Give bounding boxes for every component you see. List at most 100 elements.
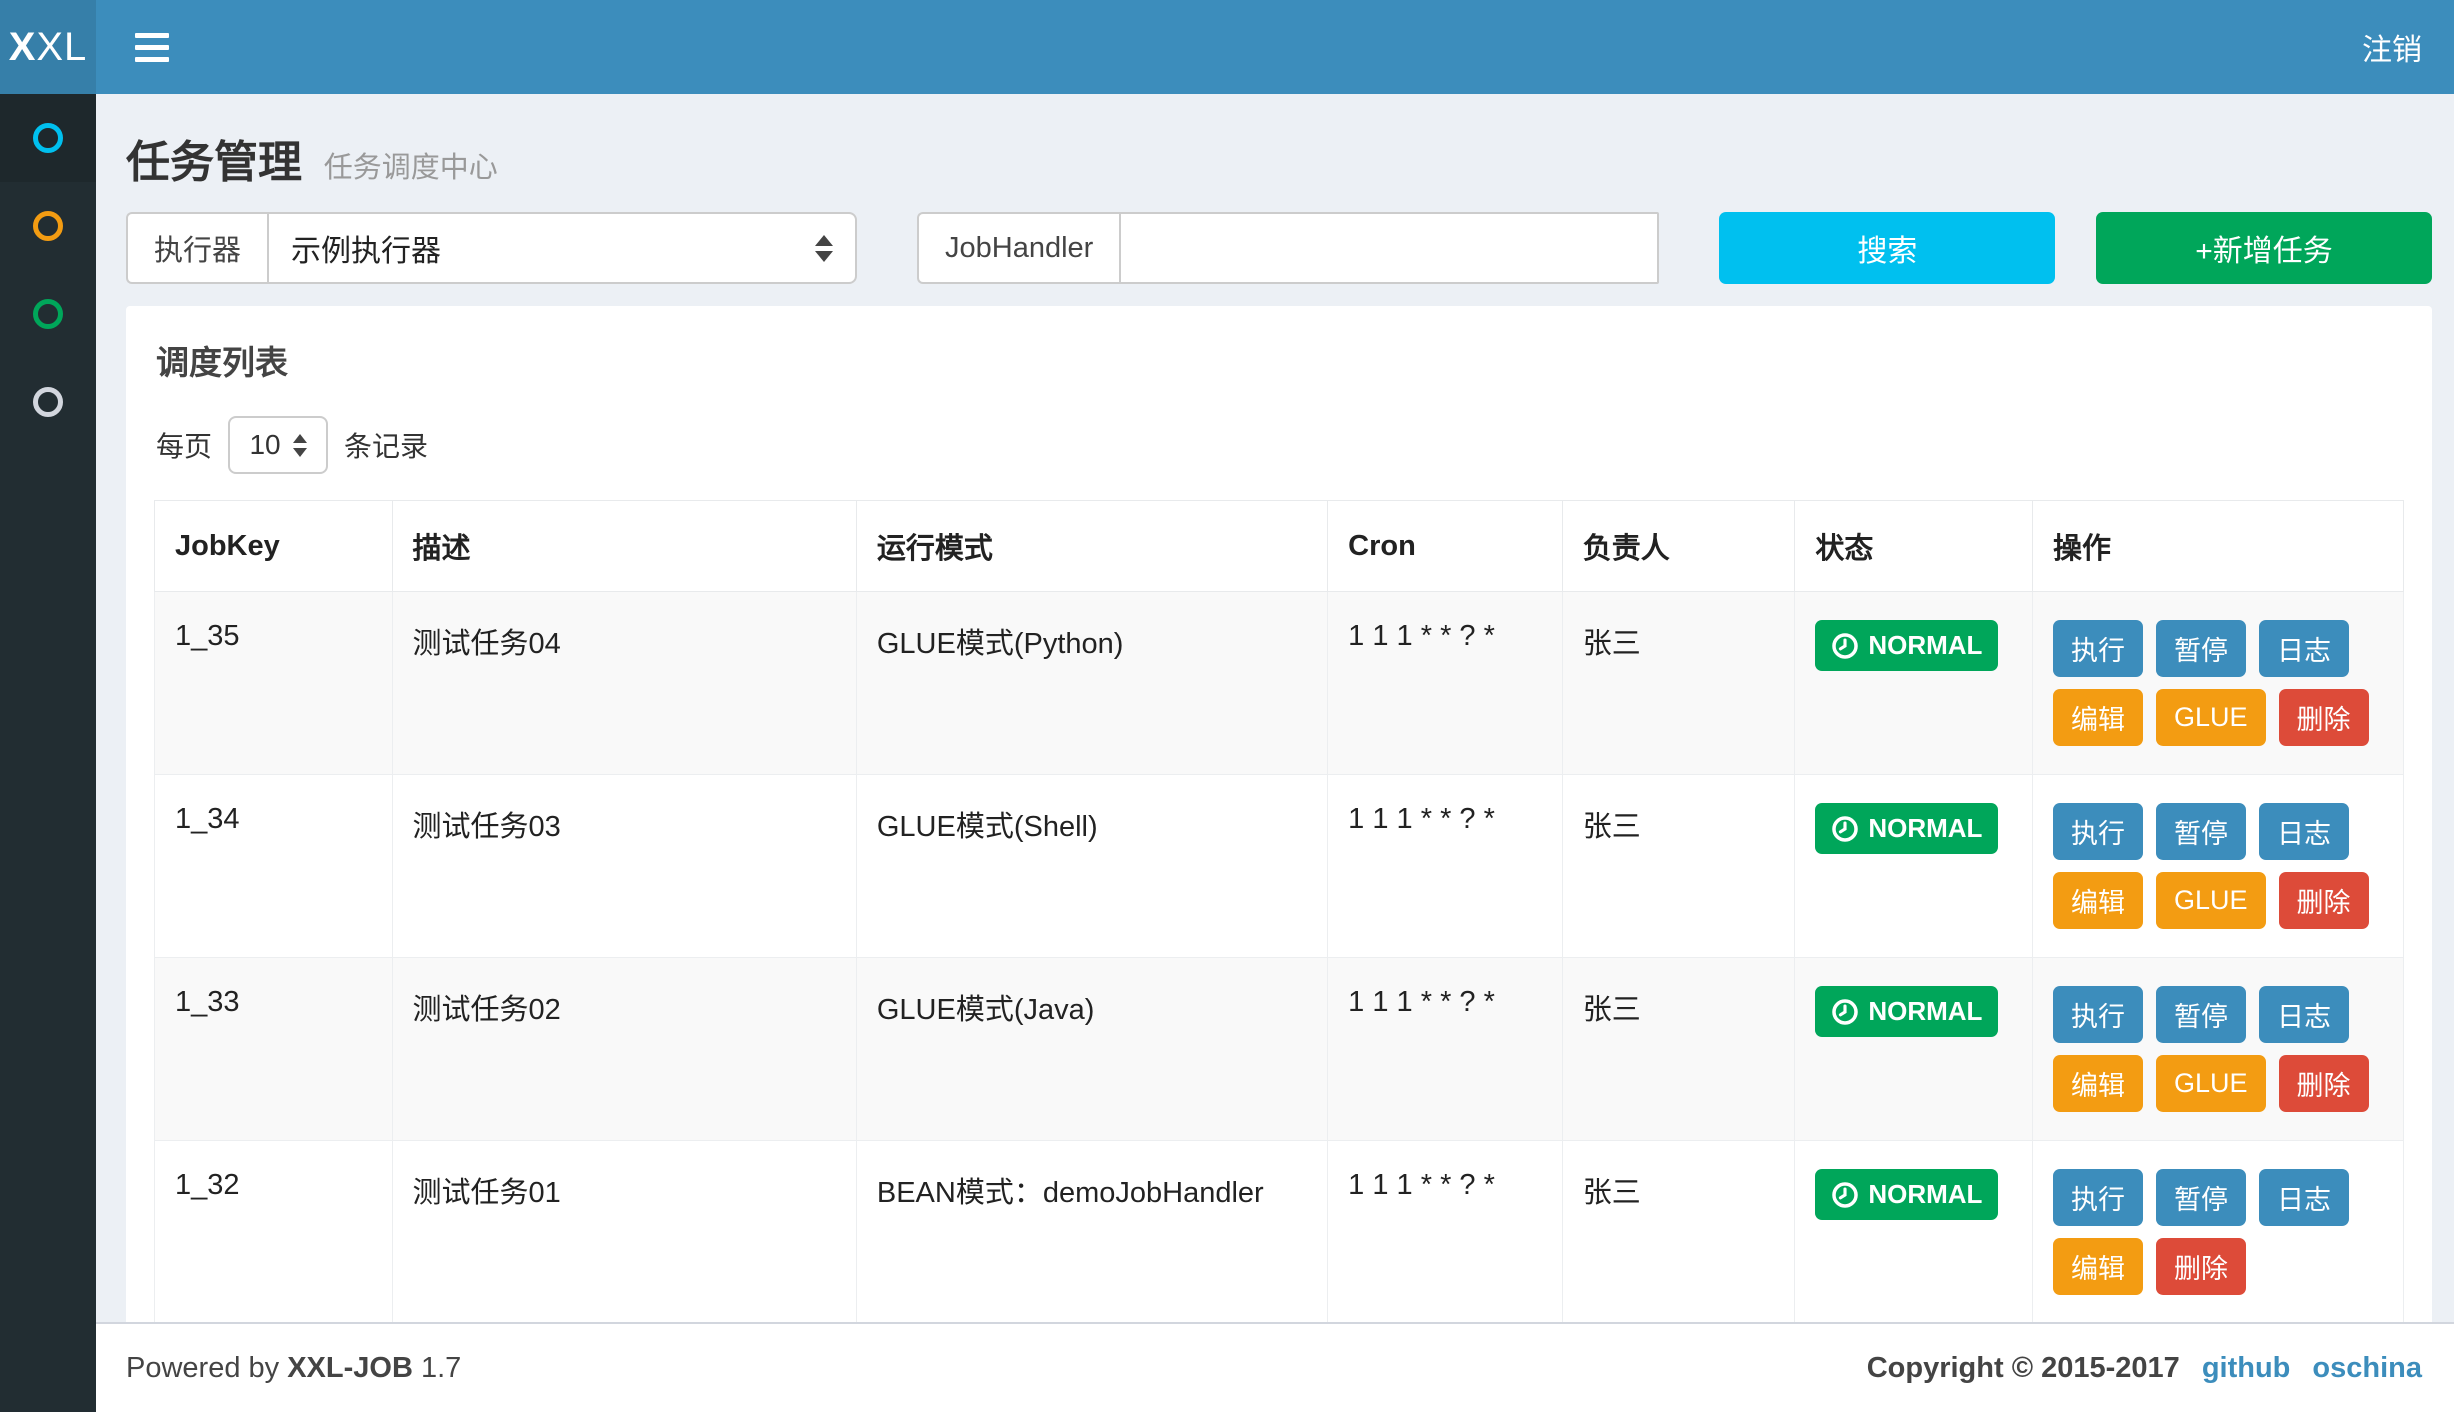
actions-cell: 执行暂停日志编辑删除 xyxy=(2033,1141,2404,1323)
action-button-删除[interactable]: 删除 xyxy=(2156,1238,2246,1295)
description-cell: 测试任务01 xyxy=(392,1141,856,1323)
pagesize-value: 10 xyxy=(249,429,280,461)
action-button-暂停[interactable]: 暂停 xyxy=(2156,803,2246,860)
navbar-main: 注销 xyxy=(96,0,2454,94)
action-buttons: 执行暂停日志编辑GLUE删除 xyxy=(2053,620,2383,746)
actions-cell: 执行暂停日志编辑GLUE删除 xyxy=(2033,592,2404,775)
column-header-4: Cron xyxy=(1328,501,1563,592)
action-button-日志[interactable]: 日志 xyxy=(2259,1169,2349,1226)
logout-link[interactable]: 注销 xyxy=(2330,0,2454,94)
status-badge: NORMAL xyxy=(1815,620,1998,671)
table-row: 1_32测试任务01BEAN模式：demoJobHandler1 1 1 * *… xyxy=(155,1141,2404,1323)
jobkey-cell: 1_34 xyxy=(155,775,393,958)
sidebar-item-2[interactable] xyxy=(0,182,96,270)
column-header-5: 负责人 xyxy=(1562,501,1795,592)
select-arrows-icon xyxy=(293,434,307,457)
status-badge: NORMAL xyxy=(1815,803,1998,854)
column-header-7: 操作 xyxy=(2033,501,2404,592)
column-header-6: 状态 xyxy=(1795,501,2033,592)
status-cell: NORMAL xyxy=(1795,592,2033,775)
action-button-删除[interactable]: 删除 xyxy=(2279,872,2369,929)
status-label: NORMAL xyxy=(1868,1179,1982,1210)
action-button-暂停[interactable]: 暂停 xyxy=(2156,1169,2246,1226)
description-cell: 测试任务04 xyxy=(392,592,856,775)
cron-cell: 1 1 1 * * ? * xyxy=(1328,1141,1563,1323)
search-button[interactable]: 搜索 xyxy=(1719,212,2055,284)
cron-cell: 1 1 1 * * ? * xyxy=(1328,958,1563,1141)
sidebar-item-1[interactable] xyxy=(0,94,96,182)
action-button-日志[interactable]: 日志 xyxy=(2259,803,2349,860)
footer-right: Copyright © 2015-2017 github oschina xyxy=(1867,1352,2422,1385)
sidebar-item-3[interactable] xyxy=(0,270,96,358)
action-button-执行[interactable]: 执行 xyxy=(2053,986,2143,1043)
table-row: 1_35测试任务04GLUE模式(Python)1 1 1 * * ? *张三N… xyxy=(155,592,2404,775)
cron-cell: 1 1 1 * * ? * xyxy=(1328,592,1563,775)
action-button-执行[interactable]: 执行 xyxy=(2053,1169,2143,1226)
filter-row: 执行器 示例执行器 JobHandler 搜索 +新增任务 xyxy=(126,212,2432,284)
action-button-执行[interactable]: 执行 xyxy=(2053,620,2143,677)
actions-cell: 执行暂停日志编辑GLUE删除 xyxy=(2033,775,2404,958)
action-button-执行[interactable]: 执行 xyxy=(2053,803,2143,860)
jobkey-cell: 1_32 xyxy=(155,1141,393,1323)
owner-cell: 张三 xyxy=(1562,1141,1795,1323)
version-text: 1.7 xyxy=(421,1352,461,1384)
status-badge: NORMAL xyxy=(1815,986,1998,1037)
action-button-编辑[interactable]: 编辑 xyxy=(2053,872,2143,929)
status-label: NORMAL xyxy=(1868,996,1982,1027)
action-button-编辑[interactable]: 编辑 xyxy=(2053,1238,2143,1295)
action-button-删除[interactable]: 删除 xyxy=(2279,689,2369,746)
clock-icon xyxy=(1831,998,1859,1026)
jobkey-cell: 1_33 xyxy=(155,958,393,1141)
action-buttons: 执行暂停日志编辑GLUE删除 xyxy=(2053,986,2383,1112)
jobhandler-label: JobHandler xyxy=(917,212,1119,284)
page-title: 任务管理 xyxy=(126,138,302,187)
sidebar-item-4[interactable] xyxy=(0,358,96,446)
action-button-编辑[interactable]: 编辑 xyxy=(2053,1055,2143,1112)
status-cell: NORMAL xyxy=(1795,1141,2033,1323)
action-buttons: 执行暂停日志编辑删除 xyxy=(2053,1169,2383,1295)
mode-cell: GLUE模式(Java) xyxy=(856,958,1327,1141)
executor-label: 执行器 xyxy=(126,212,267,284)
github-link[interactable]: github xyxy=(2202,1352,2291,1385)
jobhandler-input[interactable] xyxy=(1119,212,1659,284)
description-cell: 测试任务02 xyxy=(392,958,856,1141)
executor-select[interactable]: 示例执行器 xyxy=(267,212,857,284)
add-job-button[interactable]: +新增任务 xyxy=(2096,212,2432,284)
app-logo[interactable]: XXL xyxy=(0,0,96,94)
oschina-link[interactable]: oschina xyxy=(2312,1352,2422,1385)
hamburger-icon[interactable] xyxy=(122,17,182,77)
clock-icon xyxy=(1831,632,1859,660)
status-label: NORMAL xyxy=(1868,630,1982,661)
executor-group: 执行器 示例执行器 xyxy=(126,212,857,284)
pagesize-suffix: 条记录 xyxy=(344,425,428,465)
owner-cell: 张三 xyxy=(1562,592,1795,775)
action-button-暂停[interactable]: 暂停 xyxy=(2156,620,2246,677)
action-button-日志[interactable]: 日志 xyxy=(2259,986,2349,1043)
panel-title: 调度列表 xyxy=(154,328,2404,390)
page-header: 任务管理 任务调度中心 xyxy=(126,120,2432,212)
sidebar-nav xyxy=(0,94,96,1412)
page-subtitle: 任务调度中心 xyxy=(324,152,498,184)
clock-icon xyxy=(1831,815,1859,843)
action-button-日志[interactable]: 日志 xyxy=(2259,620,2349,677)
content-area: 任务管理 任务调度中心 执行器 示例执行器 JobHandler xyxy=(96,94,2454,1322)
action-button-删除[interactable]: 删除 xyxy=(2279,1055,2369,1112)
pagesize-row: 每页 10 条记录 xyxy=(156,416,2404,474)
logo-bold: X xyxy=(9,25,37,70)
action-button-GLUE[interactable]: GLUE xyxy=(2156,689,2266,746)
action-button-暂停[interactable]: 暂停 xyxy=(2156,986,2246,1043)
action-button-GLUE[interactable]: GLUE xyxy=(2156,1055,2266,1112)
action-button-编辑[interactable]: 编辑 xyxy=(2053,689,2143,746)
jobhandler-group: JobHandler xyxy=(917,212,1659,284)
copyright-text: Copyright © 2015-2017 xyxy=(1867,1352,2180,1385)
circle-icon xyxy=(33,299,63,329)
select-arrows-icon xyxy=(815,235,833,262)
action-button-GLUE[interactable]: GLUE xyxy=(2156,872,2266,929)
owner-cell: 张三 xyxy=(1562,958,1795,1141)
table-body: 1_35测试任务04GLUE模式(Python)1 1 1 * * ? *张三N… xyxy=(155,592,2404,1323)
pagesize-select[interactable]: 10 xyxy=(228,416,328,474)
status-cell: NORMAL xyxy=(1795,775,2033,958)
column-header-1: JobKey xyxy=(155,501,393,592)
status-label: NORMAL xyxy=(1868,813,1982,844)
top-navbar: XXL 注销 xyxy=(0,0,2454,94)
